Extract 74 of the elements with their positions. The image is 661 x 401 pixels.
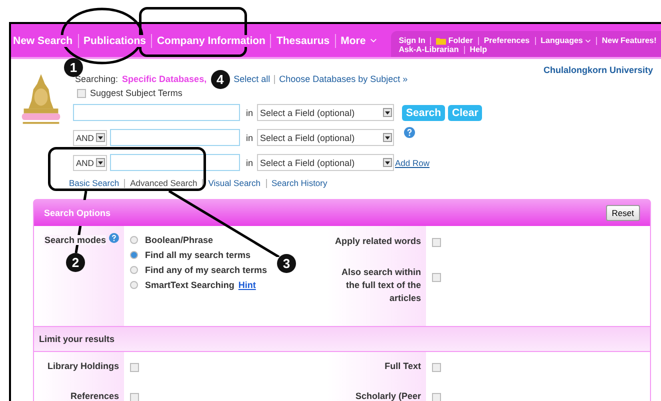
- caret-icon: [584, 38, 591, 42]
- folder-icon: [436, 36, 446, 44]
- in-label: in: [246, 108, 254, 118]
- callout-number: 3: [277, 254, 296, 273]
- limit-label: Library Holdings: [47, 361, 119, 371]
- search-mode-link[interactable]: Advanced Search: [130, 178, 198, 188]
- operator-dropdown[interactable]: AND: [73, 154, 107, 170]
- account-link[interactable]: New Features!: [602, 36, 657, 45]
- option-label: Also search within the full text of the articles: [340, 266, 421, 305]
- hint-link[interactable]: Hint: [238, 280, 256, 290]
- field-dropdown[interactable]: Select a Field (optional): [257, 129, 394, 146]
- callout-number: 1: [64, 58, 83, 77]
- account-link[interactable]: Folder: [436, 36, 473, 45]
- choose-databases-link[interactable]: Choose Databases by Subject »: [279, 74, 408, 84]
- crest-logo: [19, 72, 63, 126]
- select-all-link[interactable]: Select all: [234, 74, 270, 84]
- radio-button[interactable]: [130, 266, 138, 274]
- callout-number: 4: [210, 70, 230, 88]
- dropdown-arrow-icon[interactable]: [383, 133, 392, 142]
- help-icon[interactable]: [109, 233, 119, 243]
- radio-label: Find any of my search terms: [145, 265, 268, 275]
- nav-link[interactable]: Thesaurus: [276, 34, 330, 46]
- suggest-label: Suggest Subject Terms: [90, 88, 182, 98]
- search-input[interactable]: [73, 104, 240, 121]
- radio-button[interactable]: [130, 281, 138, 289]
- dropdown-arrow-icon[interactable]: [96, 133, 105, 142]
- dropdown-arrow-icon[interactable]: [96, 158, 105, 167]
- checkbox[interactable]: [432, 273, 441, 282]
- search-mode-link[interactable]: Visual Search: [208, 178, 260, 188]
- panel-title: Search Options: [44, 200, 111, 226]
- checkbox[interactable]: [432, 393, 441, 401]
- search-modes-label: Search modes: [44, 235, 106, 245]
- radio-label: Find all my search terms: [145, 250, 251, 260]
- account-link[interactable]: Ask-A-Librarian: [398, 45, 459, 54]
- in-label: in: [246, 158, 254, 168]
- radio-label: SmartText Searching: [145, 280, 234, 290]
- nav-link[interactable]: More: [340, 34, 377, 46]
- search-mode-link[interactable]: Basic Search: [69, 178, 120, 188]
- search-input[interactable]: [110, 129, 240, 146]
- databases-label: Specific Databases,: [122, 74, 207, 84]
- radio-button[interactable]: [130, 251, 138, 259]
- in-label: in: [246, 132, 254, 142]
- operator-dropdown[interactable]: AND: [73, 130, 107, 146]
- limit-label: Scholarly (Peer: [355, 391, 421, 401]
- account-link[interactable]: Sign In: [398, 36, 426, 45]
- checkbox[interactable]: [432, 363, 441, 372]
- search-input[interactable]: [110, 154, 240, 171]
- field-dropdown[interactable]: Select a Field (optional): [257, 104, 394, 121]
- account-link[interactable]: Help: [470, 45, 488, 54]
- institution-name: Chulalongkorn University: [543, 65, 653, 75]
- option-label: Apply related words: [334, 235, 421, 248]
- account-link[interactable]: Preferences: [484, 36, 530, 45]
- dropdown-arrow-icon[interactable]: [383, 108, 392, 117]
- searching-label: Searching:: [75, 74, 118, 84]
- add-row-link[interactable]: Add Row: [395, 158, 430, 168]
- checkbox[interactable]: [130, 393, 139, 401]
- nav-link[interactable]: Company Information: [156, 34, 266, 46]
- caret-icon: [370, 38, 377, 43]
- limit-label: Full Text: [384, 361, 421, 371]
- account-link[interactable]: Languages: [540, 36, 591, 45]
- radio-button[interactable]: [130, 236, 138, 244]
- checkbox[interactable]: [432, 238, 441, 247]
- checkbox[interactable]: [77, 88, 86, 98]
- nav-link[interactable]: New Search: [13, 34, 73, 46]
- nav-link[interactable]: Publications: [84, 34, 146, 46]
- field-dropdown[interactable]: Select a Field (optional): [257, 154, 394, 171]
- dropdown-arrow-icon[interactable]: [383, 158, 392, 167]
- radio-label: Boolean/Phrase: [145, 235, 214, 245]
- help-icon[interactable]: [404, 127, 416, 138]
- reset-button[interactable]: Reset: [606, 205, 640, 221]
- section-title: Limit your results: [39, 334, 115, 344]
- checkbox[interactable]: [130, 363, 139, 372]
- limit-label: References: [70, 391, 119, 401]
- search-mode-link[interactable]: Search History: [272, 178, 328, 188]
